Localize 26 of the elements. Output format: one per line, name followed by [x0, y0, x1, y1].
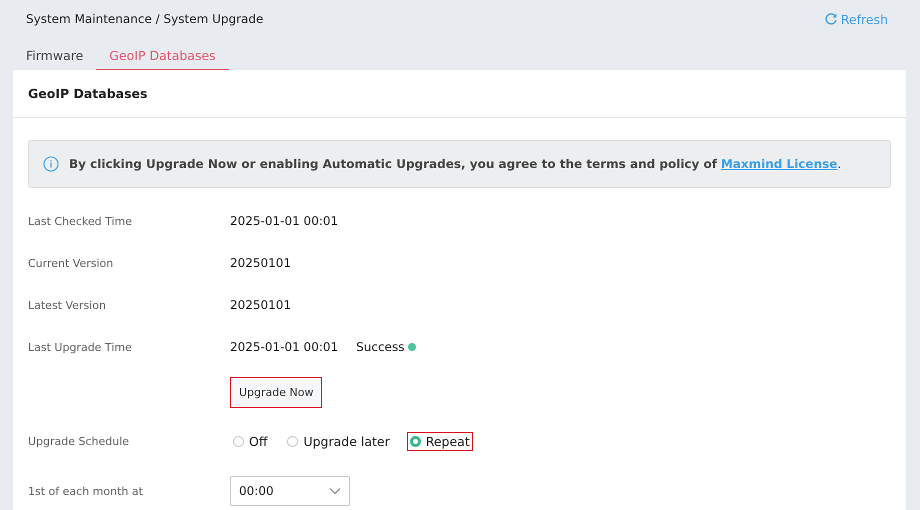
field-label: Last Upgrade Time: [28, 340, 133, 354]
field-value: 20250101: [230, 256, 292, 270]
radio-option[interactable]: Upgrade later: [284, 432, 393, 450]
field-label: Current Version: [28, 256, 114, 270]
radio-button[interactable]: [287, 436, 298, 446]
field-label: Upgrade Schedule: [28, 434, 130, 448]
notice-text: By clicking Upgrade Now or enabling Automatic Upgrades, you agree to the terms and policy of Maxmind License.: [69, 157, 842, 171]
info-icon: [43, 156, 59, 172]
refresh-icon: [824, 12, 838, 26]
status-text: Success: [356, 340, 404, 354]
field-value: 2025-01-01 00:01: [230, 340, 338, 354]
radio-button[interactable]: [233, 436, 244, 446]
time-dropdown[interactable]: 00:00: [230, 476, 350, 506]
radio-option[interactable]: Repeat: [406, 432, 473, 450]
upgrade-now-button[interactable]: Upgrade Now: [230, 376, 322, 408]
breadcrumb: System Maintenance / System Upgrade: [26, 12, 264, 26]
field-value: 2025-01-01 00:01: [230, 214, 338, 228]
tab[interactable]: Firmware: [13, 48, 96, 70]
field-label: Latest Version: [28, 298, 107, 312]
radio-option[interactable]: Off: [230, 432, 270, 450]
field-value: 20250101: [230, 298, 292, 312]
chevron-down-icon: [329, 487, 341, 495]
radio-button[interactable]: [410, 436, 421, 446]
field-label: Last Checked Time: [28, 214, 134, 228]
card-title: GeoIP Databases: [28, 86, 148, 101]
field-label: 1st of each month at: [28, 484, 144, 498]
